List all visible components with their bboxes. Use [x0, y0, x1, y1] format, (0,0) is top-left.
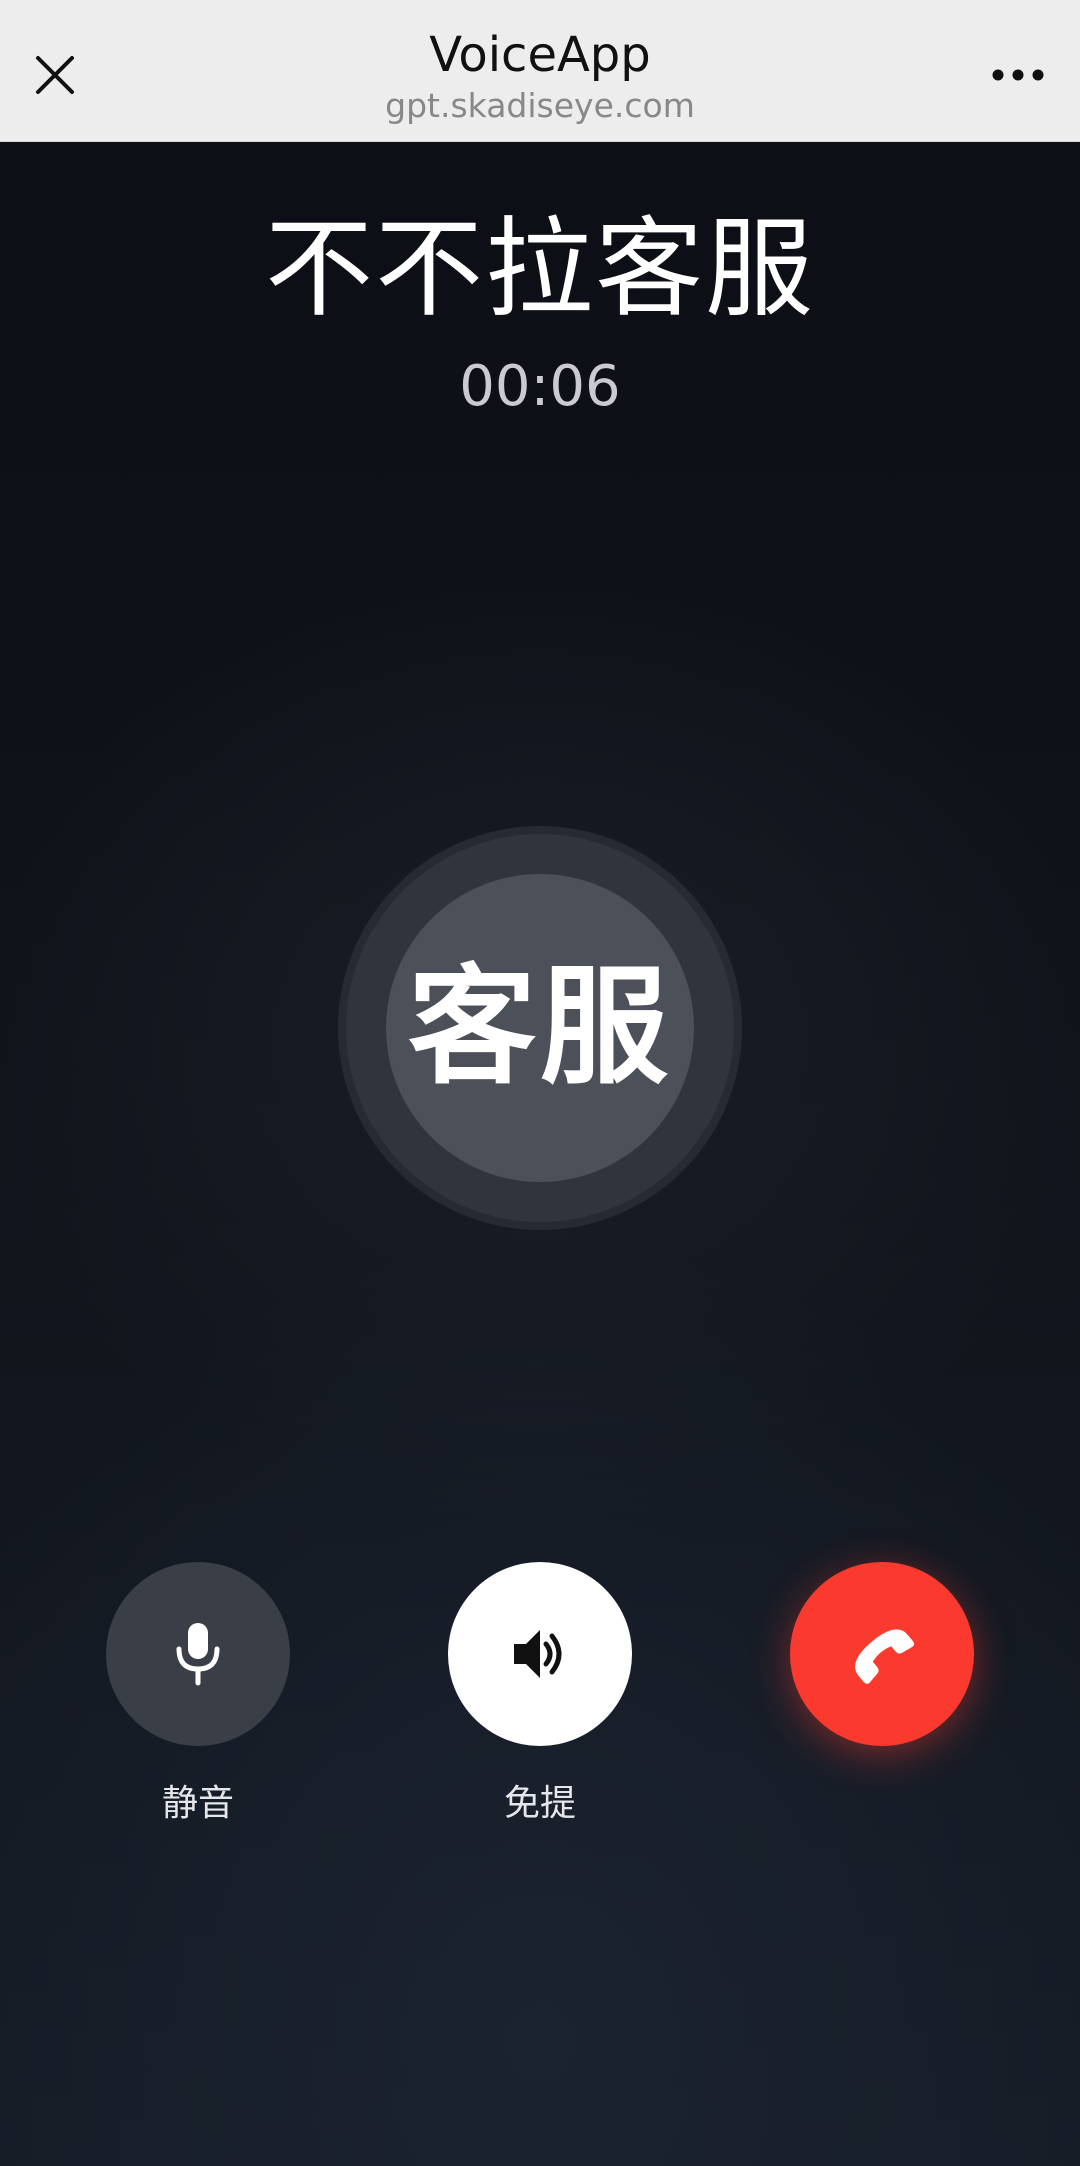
- app-domain: gpt.skadiseye.com: [385, 86, 695, 125]
- hang-up-button[interactable]: [790, 1562, 974, 1746]
- speaker-label: 免提: [503, 1783, 576, 1824]
- speaker-button[interactable]: [448, 1562, 632, 1746]
- more-button[interactable]: [978, 42, 1058, 108]
- avatar: 客服: [386, 874, 694, 1182]
- call-timer: 00:06: [459, 354, 621, 419]
- more-horizontal-icon: [992, 69, 1044, 81]
- mute-label: 静音: [161, 1783, 234, 1824]
- hang-up-icon: [855, 1629, 915, 1684]
- mute-button[interactable]: [106, 1562, 290, 1746]
- app-title: VoiceApp: [429, 27, 651, 83]
- top-bar: VoiceApp gpt.skadiseye.com: [0, 0, 1080, 142]
- contact-name: 不不拉客服: [264, 207, 815, 332]
- speaker-icon: [514, 1630, 562, 1678]
- avatar-text: 客服: [407, 953, 672, 1102]
- microphone-icon: [176, 1623, 220, 1686]
